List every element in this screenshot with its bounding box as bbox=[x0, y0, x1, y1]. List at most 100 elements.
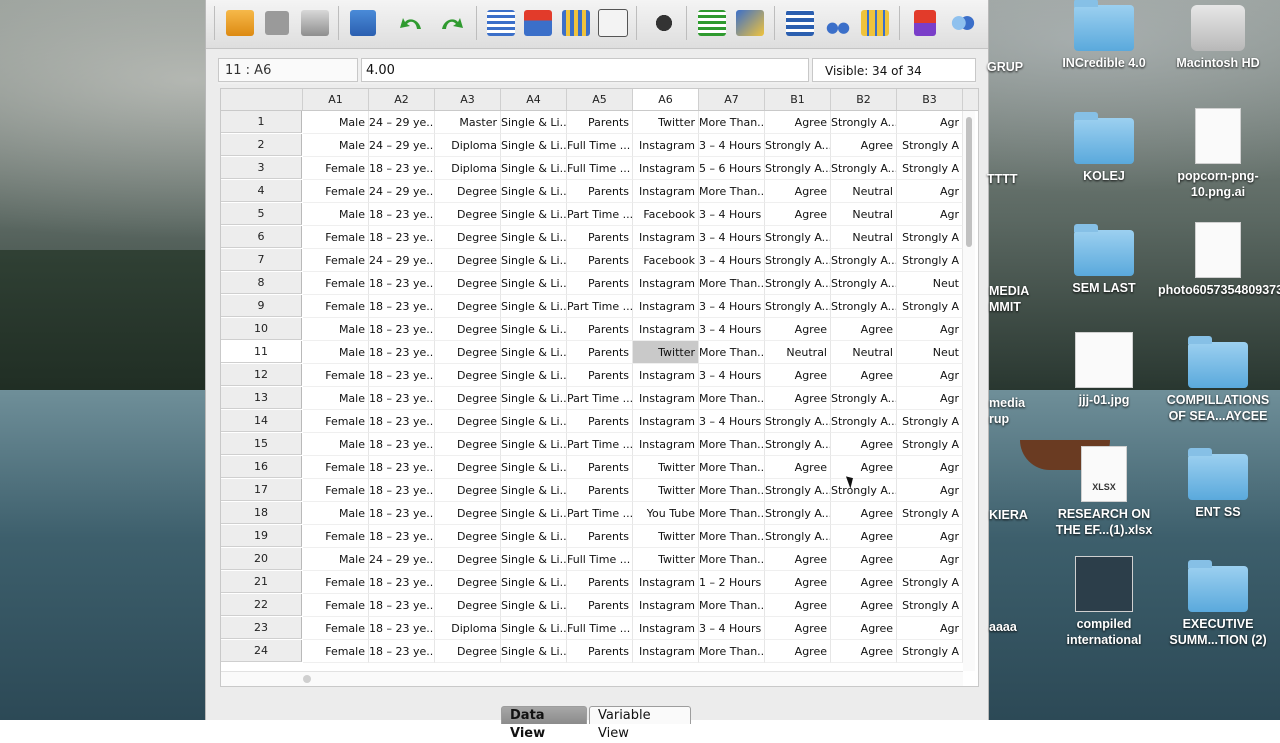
grid-cell[interactable]: Parents bbox=[567, 249, 633, 272]
grid-cell[interactable]: Strongly A bbox=[897, 157, 963, 180]
grid-cell[interactable]: Female bbox=[303, 594, 369, 617]
grid-cell[interactable]: Agree bbox=[831, 617, 897, 640]
grid-cell[interactable]: Single & Li... bbox=[501, 272, 567, 295]
tab-variable-view[interactable]: Variable View bbox=[589, 706, 691, 741]
grid-cell[interactable]: Part Time ... bbox=[567, 502, 633, 525]
grid-cell[interactable]: Agree bbox=[831, 433, 897, 456]
row-number[interactable]: 13 bbox=[221, 387, 302, 409]
grid-cell[interactable]: More Than... bbox=[699, 272, 765, 295]
use-sets-icon[interactable] bbox=[945, 6, 981, 40]
grid-cell[interactable]: Female bbox=[303, 640, 369, 663]
grid-cell[interactable]: Male bbox=[303, 134, 369, 157]
column-header-b3[interactable]: B3 bbox=[897, 89, 963, 110]
grid-cell[interactable]: Single & Li... bbox=[501, 548, 567, 571]
grid-cell[interactable]: Strongly A bbox=[897, 502, 963, 525]
desktop-icon-sem-last[interactable]: SEM LAST bbox=[1044, 224, 1164, 296]
grid-cell[interactable]: Agree bbox=[765, 111, 831, 134]
grid-cell[interactable]: Degree bbox=[435, 456, 501, 479]
grid-cell[interactable]: Agree bbox=[831, 134, 897, 157]
grid-cell[interactable]: Degree bbox=[435, 203, 501, 226]
row-number[interactable]: 9 bbox=[221, 295, 302, 317]
column-header-a2[interactable]: A2 bbox=[369, 89, 435, 110]
grid-cell[interactable]: 3 – 4 Hours bbox=[699, 203, 765, 226]
row-number[interactable]: 2 bbox=[221, 134, 302, 156]
grid-cell[interactable]: 18 – 23 ye... bbox=[369, 479, 435, 502]
grid-cell[interactable]: 24 – 29 ye... bbox=[369, 180, 435, 203]
grid-cell[interactable]: Strongly A bbox=[897, 410, 963, 433]
column-header-b1[interactable]: B1 bbox=[765, 89, 831, 110]
grid-cell[interactable]: Twitter bbox=[633, 525, 699, 548]
grid-cell[interactable]: Male bbox=[303, 433, 369, 456]
grid-cell[interactable]: Male bbox=[303, 203, 369, 226]
dialog-recall-icon[interactable] bbox=[345, 6, 381, 40]
grid-cell[interactable]: Agr bbox=[897, 456, 963, 479]
insert-cases-icon[interactable] bbox=[694, 6, 730, 40]
grid-cell[interactable]: Agr bbox=[897, 364, 963, 387]
row-number[interactable]: 15 bbox=[221, 433, 302, 455]
grid-cell[interactable]: Parents bbox=[567, 341, 633, 364]
grid-cell[interactable]: Agree bbox=[831, 594, 897, 617]
grid-cell[interactable]: Full Time ... bbox=[567, 548, 633, 571]
grid-cell[interactable]: 18 – 23 ye... bbox=[369, 295, 435, 318]
grid-cell[interactable]: 18 – 23 ye... bbox=[369, 456, 435, 479]
grid-cell[interactable]: Female bbox=[303, 456, 369, 479]
row-number[interactable]: 8 bbox=[221, 272, 302, 294]
grid-cell[interactable]: You Tube bbox=[633, 502, 699, 525]
column-header-a1[interactable]: A1 bbox=[303, 89, 369, 110]
grid-cell[interactable]: Single & Li... bbox=[501, 594, 567, 617]
column-header-a4[interactable]: A4 bbox=[501, 89, 567, 110]
grid-cell[interactable]: Strongly A... bbox=[831, 249, 897, 272]
grid-cell[interactable]: Single & Li... bbox=[501, 341, 567, 364]
grid-cell[interactable]: Part Time ... bbox=[567, 295, 633, 318]
grid-cell[interactable]: Parents bbox=[567, 180, 633, 203]
grid-cell[interactable]: Single & Li... bbox=[501, 111, 567, 134]
grid-cell[interactable]: Instagram bbox=[633, 571, 699, 594]
grid-cell[interactable]: Diploma bbox=[435, 617, 501, 640]
grid-cell[interactable]: 3 – 4 Hours bbox=[699, 226, 765, 249]
grid-cell[interactable]: Facebook bbox=[633, 203, 699, 226]
grid-cell[interactable]: Parents bbox=[567, 318, 633, 341]
grid-cell[interactable]: 18 – 23 ye... bbox=[369, 410, 435, 433]
grid-cell[interactable]: More Than... bbox=[699, 640, 765, 663]
grid-cell[interactable]: Strongly A... bbox=[765, 479, 831, 502]
grid-cell[interactable]: Neut bbox=[897, 272, 963, 295]
grid-cell[interactable]: Strongly A bbox=[897, 134, 963, 157]
row-number[interactable]: 1 bbox=[221, 111, 302, 133]
row-number[interactable]: 6 bbox=[221, 226, 302, 248]
grid-cell[interactable]: Strongly A bbox=[897, 249, 963, 272]
grid-cell[interactable]: 24 – 29 ye... bbox=[369, 111, 435, 134]
grid-cell[interactable]: Full Time ... bbox=[567, 157, 633, 180]
grid-cell[interactable]: Degree bbox=[435, 226, 501, 249]
select-cases-icon[interactable] bbox=[857, 6, 893, 40]
grid-cell[interactable]: 24 – 29 ye... bbox=[369, 249, 435, 272]
cell-value-editor[interactable]: 4.00 bbox=[361, 58, 809, 82]
grid-cell[interactable]: Instagram bbox=[633, 364, 699, 387]
grid-cell[interactable]: Part Time ... bbox=[567, 203, 633, 226]
grid-cell[interactable]: Degree bbox=[435, 433, 501, 456]
grid-cell[interactable]: 3 – 4 Hours bbox=[699, 249, 765, 272]
row-number[interactable]: 3 bbox=[221, 157, 302, 179]
row-number[interactable]: 24 bbox=[221, 640, 302, 662]
grid-cell[interactable]: Strongly A... bbox=[765, 410, 831, 433]
grid-cell[interactable]: Instagram bbox=[633, 295, 699, 318]
grid-cell[interactable]: More Than... bbox=[699, 341, 765, 364]
grid-cell[interactable]: Instagram bbox=[633, 594, 699, 617]
grid-cell[interactable]: More Than... bbox=[699, 479, 765, 502]
grid-cell[interactable]: Instagram bbox=[633, 410, 699, 433]
grid-cell[interactable]: 18 – 23 ye... bbox=[369, 226, 435, 249]
grid-cell[interactable]: Single & Li... bbox=[501, 180, 567, 203]
grid-cell[interactable]: More Than... bbox=[699, 502, 765, 525]
grid-cell[interactable]: More Than... bbox=[699, 456, 765, 479]
grid-cell[interactable]: Strongly A... bbox=[765, 134, 831, 157]
grid-cell[interactable]: Agree bbox=[765, 571, 831, 594]
grid-cell[interactable]: Agr bbox=[897, 479, 963, 502]
column-header-a5[interactable]: A5 bbox=[567, 89, 633, 110]
grid-cell[interactable]: Single & Li... bbox=[501, 525, 567, 548]
grid-cell[interactable]: Twitter bbox=[633, 341, 699, 364]
desktop-icon-compiled-international[interactable]: compiled international bbox=[1044, 556, 1164, 648]
grid-cell[interactable]: Female bbox=[303, 226, 369, 249]
grid-cell[interactable]: More Than... bbox=[699, 180, 765, 203]
grid-cell[interactable]: Diploma bbox=[435, 134, 501, 157]
grid-cell[interactable]: Degree bbox=[435, 249, 501, 272]
open-folder-icon[interactable] bbox=[222, 6, 258, 40]
